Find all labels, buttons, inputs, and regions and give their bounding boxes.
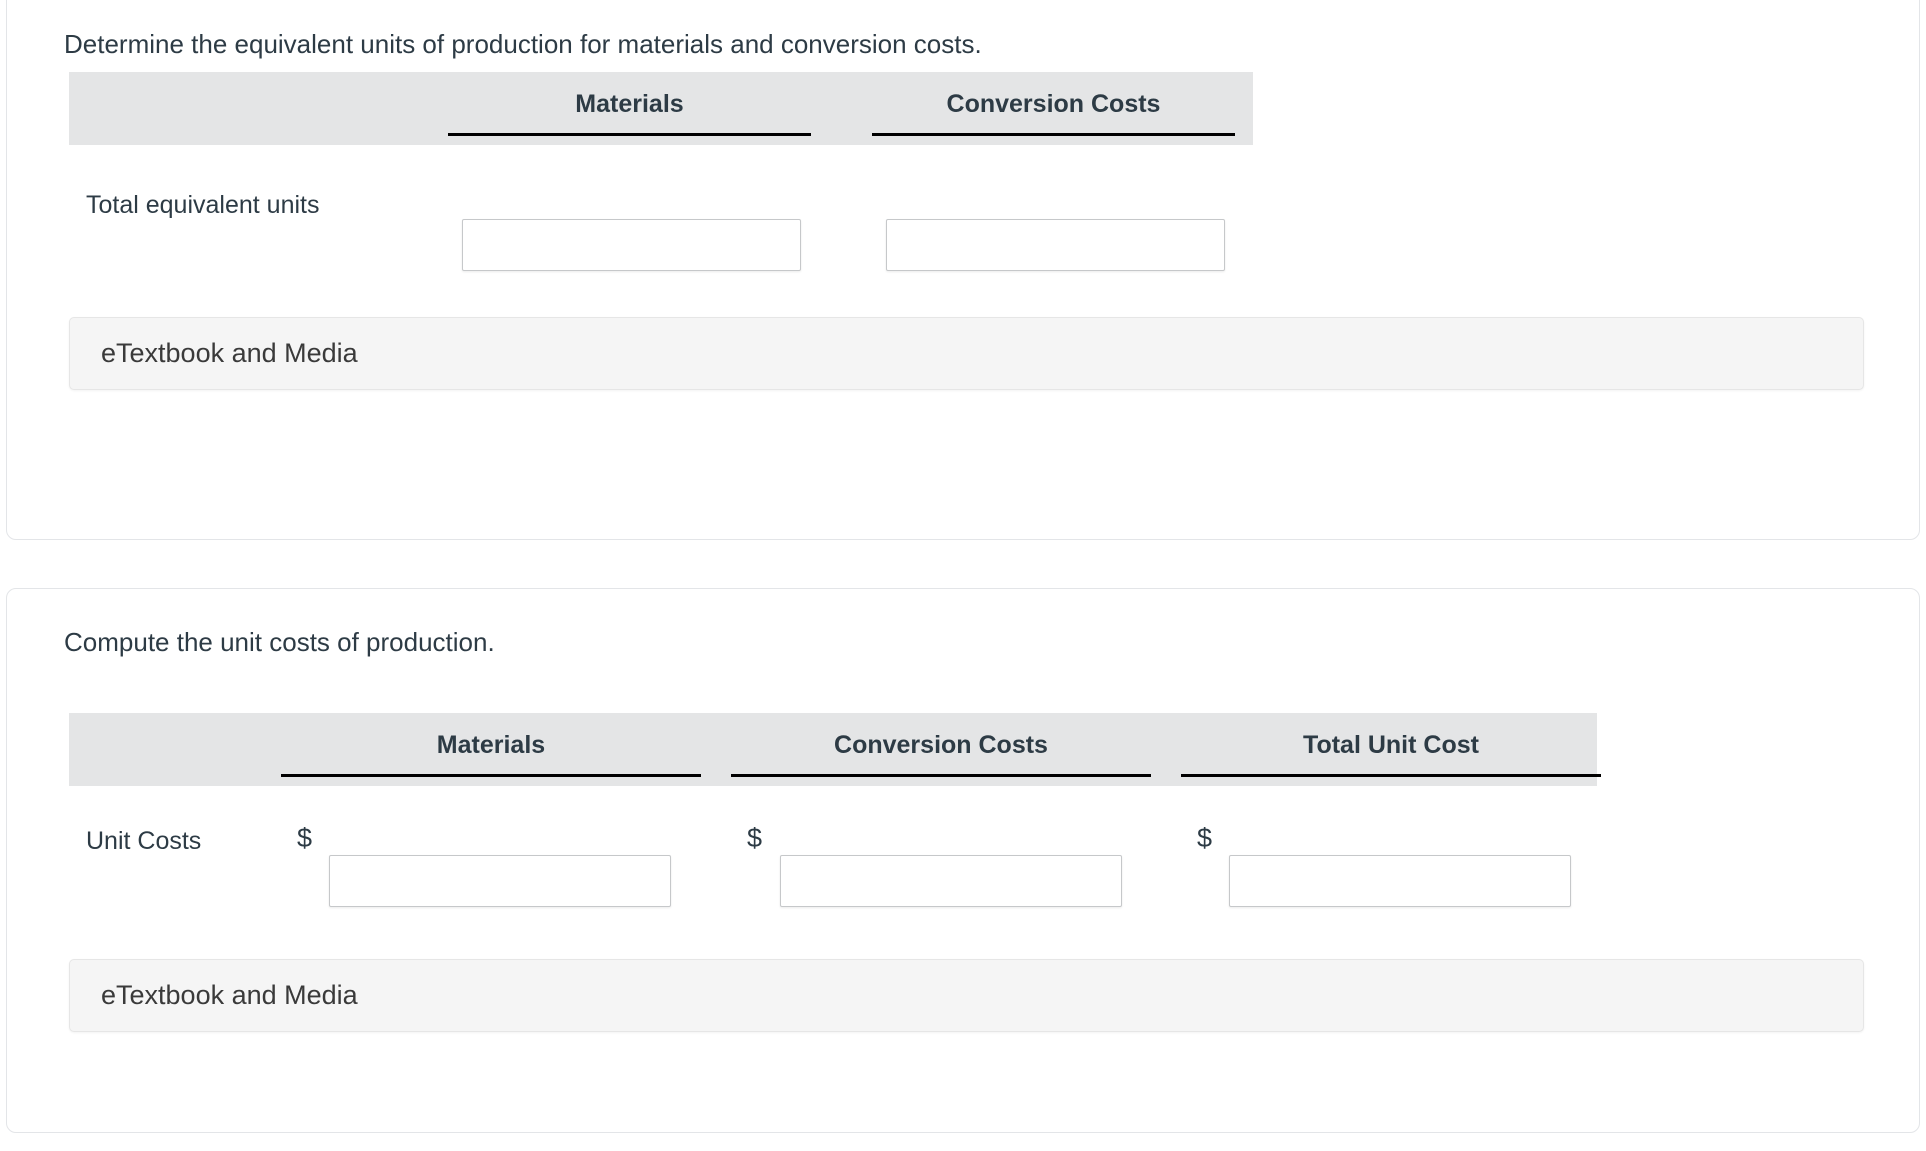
input-unit-cost-materials[interactable] (329, 855, 671, 907)
input-total-equivalent-units-conversion-costs[interactable] (886, 219, 1225, 271)
column-header-materials: Materials (448, 90, 811, 125)
column-header-conversion-costs-unit-costs: Conversion Costs (731, 731, 1151, 766)
currency-symbol-materials: $ (297, 823, 313, 853)
column-header-conversion-costs: Conversion Costs (872, 90, 1235, 125)
column-rule-materials (448, 133, 811, 136)
etextbook-and-media-label-1: eTextbook and Media (101, 338, 358, 368)
column-header-conversion-costs-unit-costs-label: Conversion Costs (834, 731, 1048, 759)
row-label-total-equivalent-units: Total equivalent units (86, 191, 320, 219)
column-rule-materials-unit-costs (281, 774, 701, 777)
question-card-equivalent-units: Determine the equivalent units of produc… (6, 0, 1920, 540)
input-unit-cost-conversion-costs[interactable] (780, 855, 1122, 907)
column-header-total-unit-cost-label: Total Unit Cost (1303, 731, 1479, 759)
currency-symbol-total-unit-cost: $ (1197, 823, 1213, 853)
column-header-conversion-costs-label: Conversion Costs (946, 90, 1161, 118)
question-card-unit-costs: Compute the unit costs of production. Ma… (6, 588, 1920, 1133)
etextbook-and-media-button-1[interactable]: eTextbook and Media (69, 317, 1864, 390)
etextbook-and-media-label-2: eTextbook and Media (101, 980, 358, 1010)
worksheet-page: Determine the equivalent units of produc… (0, 0, 1926, 1151)
question-prompt-equivalent-units: Determine the equivalent units of produc… (64, 29, 982, 59)
column-rule-total-unit-cost (1181, 774, 1601, 777)
input-total-unit-cost[interactable] (1229, 855, 1571, 907)
column-rule-conversion-costs-unit-costs (731, 774, 1151, 777)
currency-symbol-conversion-costs: $ (747, 823, 763, 853)
column-rule-conversion-costs (872, 133, 1235, 136)
row-label-unit-costs: Unit Costs (86, 827, 202, 855)
column-header-total-unit-cost: Total Unit Cost (1181, 731, 1601, 766)
etextbook-and-media-button-2[interactable]: eTextbook and Media (69, 959, 1864, 1032)
column-header-materials-unit-costs-label: Materials (436, 731, 546, 759)
question-prompt-unit-costs: Compute the unit costs of production. (64, 627, 495, 657)
column-header-materials-unit-costs: Materials (281, 731, 701, 766)
column-header-materials-label: Materials (575, 90, 684, 118)
input-total-equivalent-units-materials[interactable] (462, 219, 801, 271)
